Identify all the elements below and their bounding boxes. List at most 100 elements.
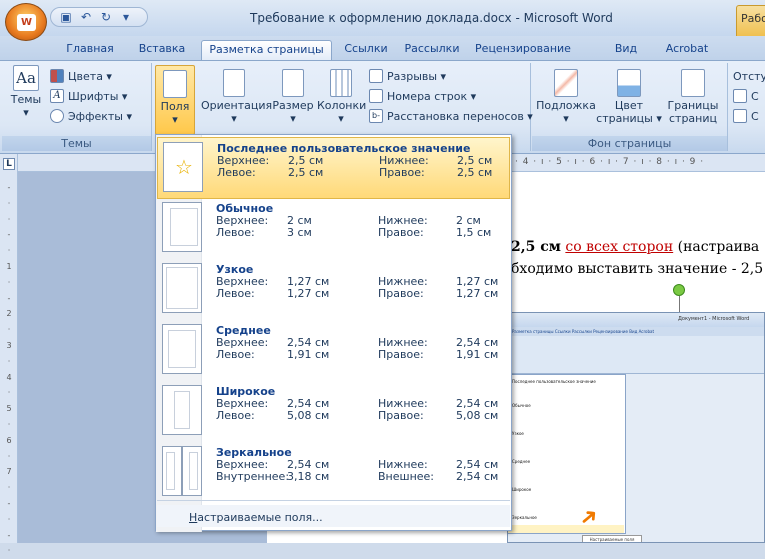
menu-separator [157,500,510,501]
margins-item-last-custom[interactable]: ☆ Последнее пользовательское значение Ве… [157,137,510,199]
breaks-icon [369,69,383,83]
indent-right-field[interactable]: С [733,107,759,125]
left-value: 1,27 см [287,287,330,300]
left-label: Левое: [216,226,255,239]
theme-effects-button[interactable]: Эффекты ▾ [50,107,132,125]
office-logo-icon: W [17,14,36,31]
custom-margins-label[interactable]: Настраиваемые поля... [189,511,323,524]
tab-acrobat[interactable]: Acrobat [658,40,716,60]
context-tab-header[interactable]: Работа [736,5,765,36]
office-button[interactable]: W [5,3,47,41]
page-color-icon [617,69,641,97]
left-label: Левое: [217,166,256,179]
size-button[interactable]: Размер ▾ [269,65,317,125]
margins-item-wide[interactable]: Широкое Верхнее: 2,54 см Нижнее: 2,54 см… [157,381,510,443]
tab-home[interactable]: Главная [55,40,125,60]
margins-icon [163,70,187,98]
margins-button[interactable]: Поля ▾ [155,65,195,135]
embedded-row: Широкое [512,487,532,492]
window-title: Требование к оформлению доклада.docx - M… [250,11,613,25]
line-numbers-button[interactable]: Номера строк ▾ [369,87,476,105]
left-label: Левое: [216,287,255,300]
themes-icon: Aa [13,65,39,91]
vertical-ruler-ticks: - · · - · 1 · -2 · 3 · 4 · 5 · 6 · 7 · - · - · [6,183,12,556]
watermark-button[interactable]: Подложка ▾ [536,65,596,125]
tab-mailings[interactable]: Рассылки [400,40,464,60]
right-label: Правое: [379,166,425,179]
tab-selector-icon[interactable]: L [3,158,15,170]
qat-dropdown-icon[interactable]: ▾ [117,9,135,25]
themes-group-label: Темы [2,136,151,151]
left-value: 1,91 см [287,348,330,361]
custom-margins-text: астраиваемые поля... [197,511,323,524]
left-label: Левое: [216,348,255,361]
breaks-button[interactable]: Разрывы ▾ [369,67,446,85]
themes-button-label: Темы [10,93,42,106]
embedded-tabs: Разметка страницы Ссылки Рассылки Реценз… [508,327,764,336]
right-label: Правое: [378,409,424,422]
page-color-label-2: страницы ▾ [596,112,662,125]
tab-page-layout[interactable]: Разметка страницы [201,40,332,60]
columns-button[interactable]: Колонки ▾ [317,65,366,125]
right-value: 5,08 см [456,409,499,422]
doc-line1-rest: (настраива [673,239,760,255]
quick-access-toolbar: ▣ ↶ ↻ ▾ [50,7,148,27]
tab-references[interactable]: Ссылки [338,40,394,60]
embedded-row: Зеркальное [512,515,537,520]
margins-item-narrow[interactable]: Узкое Верхнее: 1,27 см Нижнее: 1,27 см Л… [157,259,510,321]
themes-group: Aa Темы ▾ Цвета ▾ A Шрифты ▾ Эффекты ▾ Тем… [2,63,152,151]
embedded-row: Обычное [512,403,531,408]
hyphenation-label: Расстановка переносов ▾ [387,109,533,123]
redo-icon[interactable]: ↻ [97,9,115,25]
document-line-1[interactable]: 2,5 см со всех сторон (настраива [511,239,759,255]
line-numbers-label: Номера строк ▾ [387,89,477,103]
theme-effects-label: Эффекты ▾ [68,109,133,123]
indent-left-icon [733,89,747,103]
star-icon: ☆ [175,155,193,179]
ribbon-tabs: Главная Вставка Разметка страницы Ссылки… [0,36,765,60]
left-value: 5,08 см [287,409,330,422]
themes-button[interactable]: Aa Темы ▾ [6,65,46,119]
embedded-row: Узкое [512,431,524,436]
paragraph-group: Отсту С С [729,63,765,151]
fonts-icon: A [50,89,64,103]
indent-left-field[interactable]: С [733,87,759,105]
margins-item-normal[interactable]: Обычное Верхнее: 2 см Нижнее: 2 см Левое… [157,198,510,260]
tab-insert[interactable]: Вставка [128,40,196,60]
colors-icon [50,69,64,83]
moderate-margins-icon [162,324,202,374]
margins-button-label: Поля [160,100,190,113]
tab-view[interactable]: Вид [609,40,643,60]
page-borders-label-1: Границы [667,99,719,112]
line-numbers-icon [369,89,383,103]
columns-icon [330,69,352,97]
embedded-title: Документ1 - Microsoft Word [508,313,764,327]
embedded-ribbon [508,336,764,374]
outside-label: Внешнее: [378,470,435,483]
margins-dropdown: ☆ Последнее пользовательское значение Ве… [155,134,512,532]
right-label: Правое: [378,348,424,361]
page-borders-button[interactable]: Границы страниц [662,65,724,125]
embedded-row: Последнее пользовательское значение [512,379,596,384]
margins-item-moderate[interactable]: Среднее Верхнее: 2,54 см Нижнее: 2,54 см… [157,320,510,382]
right-label: Правое: [378,226,424,239]
orientation-button[interactable]: Ориентация ▾ [201,65,272,125]
theme-fonts-button[interactable]: A Шрифты ▾ [50,87,127,105]
theme-colors-button[interactable]: Цвета ▾ [50,67,112,85]
watermark-label: Подложка [536,99,596,112]
margins-item-mirrored[interactable]: Зеркальное Верхнее: 2,54 см Нижнее: 2,54… [157,442,510,504]
page-color-label-1: Цвет [614,99,644,112]
doc-bold-text: 2,5 см [511,239,561,255]
hyphenation-button[interactable]: b- Расстановка переносов ▾ [369,107,533,125]
document-line-2[interactable]: бходимо выставить значение - 2,5 [511,261,763,277]
page-borders-label-2: страниц [668,112,717,125]
tab-review[interactable]: Рецензирование [470,40,576,60]
indent-label: Отсту [733,69,765,83]
rotation-handle[interactable] [673,284,685,296]
embedded-screenshot-image[interactable]: Документ1 - Microsoft Word Разметка стра… [507,312,765,543]
effects-icon [50,109,64,123]
margin-inner-rect [168,330,196,368]
undo-icon[interactable]: ↶ [77,9,95,25]
save-icon[interactable]: ▣ [57,9,75,25]
page-color-button[interactable]: Цвет страницы ▾ [596,65,662,125]
